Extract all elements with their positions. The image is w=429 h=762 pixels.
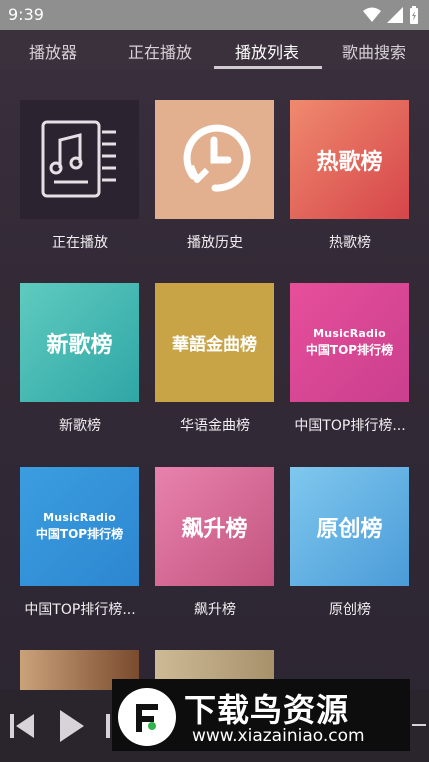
thumb-label: 热歌榜 (316, 149, 383, 175)
watermark-url: www.xiazainiao.com (192, 726, 365, 746)
battery-icon (410, 6, 418, 24)
grid-item-chinese-hits[interactable]: 華語金曲榜 华语金曲榜 (155, 283, 275, 434)
grid-item-history[interactable]: 播放历史 (155, 100, 275, 251)
grid-item-original[interactable]: 原创榜 原创榜 (290, 467, 410, 618)
grid-item-caption: 中国TOP排行榜... (24, 602, 136, 618)
grid-item-hot-songs[interactable]: 热歌榜 热歌榜 (290, 100, 410, 251)
grid-item-caption: 飙升榜 (194, 602, 236, 618)
history-clock-icon (183, 124, 251, 192)
grid-item-rising[interactable]: 飙升榜 飙升榜 (155, 467, 275, 618)
music-document-icon (41, 120, 116, 198)
wifi-icon (363, 7, 381, 22)
thumb-label: 原创榜 (316, 516, 383, 542)
status-icons (363, 6, 419, 24)
status-time: 9:39 (8, 5, 44, 24)
watermark-banner: 下载鸟资源 www.xiazainiao.com (112, 679, 410, 751)
grid-item-caption: 原创榜 (329, 602, 371, 618)
signal-icon (387, 7, 403, 23)
play-icon[interactable] (58, 708, 86, 744)
thumbnail: 飙升榜 (155, 467, 274, 586)
thumbnail: MusicRadio 中国TOP排行榜 (290, 283, 409, 402)
grid-item-now-playing[interactable]: 正在播放 (20, 100, 140, 251)
thumbnail: 華語金曲榜 (155, 283, 274, 402)
tab-bar: 播放器 正在播放 播放列表 歌曲搜索 (0, 30, 429, 70)
tab-player[interactable]: 播放器 (29, 39, 77, 63)
musicradio-logo: MusicRadio 中国TOP排行榜 (20, 467, 139, 586)
musicradio-logo: MusicRadio 中国TOP排行榜 (290, 283, 409, 402)
logo-line2: 中国TOP排行榜 (305, 343, 394, 357)
grid-item-caption: 播放历史 (187, 235, 243, 251)
grid-item-caption: 华语金曲榜 (180, 418, 250, 434)
logo-line1: MusicRadio (313, 327, 386, 340)
tab-now-playing[interactable]: 正在播放 (128, 39, 192, 63)
more-indicator (412, 724, 426, 726)
skip-previous-icon[interactable] (10, 712, 36, 740)
thumb-label: 飙升榜 (181, 516, 248, 542)
thumbnail: 热歌榜 (290, 100, 409, 219)
grid-item-china-top-1[interactable]: MusicRadio 中国TOP排行榜 中国TOP排行榜... (290, 283, 410, 434)
logo-line2: 中国TOP排行榜 (35, 527, 124, 541)
watermark-title: 下载鸟资源 (184, 691, 350, 729)
bird-logo-icon (118, 688, 176, 746)
status-bar: 9:39 (0, 0, 429, 30)
thumbnail: MusicRadio 中国TOP排行榜 (20, 467, 139, 586)
thumb-label: 華語金曲榜 (172, 335, 257, 355)
thumbnail (155, 100, 274, 219)
grid-item-caption: 中国TOP排行榜... (294, 418, 406, 434)
tab-song-search[interactable]: 歌曲搜索 (342, 39, 406, 63)
grid-item-caption: 正在播放 (52, 235, 108, 251)
grid-item-caption: 新歌榜 (59, 418, 101, 434)
thumbnail: 新歌榜 (20, 283, 139, 402)
grid-item-china-top-2[interactable]: MusicRadio 中国TOP排行榜 中国TOP排行榜... (20, 467, 140, 618)
grid-item-caption: 热歌榜 (329, 235, 371, 251)
thumb-label: 新歌榜 (46, 332, 113, 358)
tab-playlist[interactable]: 播放列表 (235, 39, 299, 63)
thumbnail: 原创榜 (290, 467, 409, 586)
grid-item-new-songs[interactable]: 新歌榜 新歌榜 (20, 283, 140, 434)
logo-line1: MusicRadio (43, 511, 116, 524)
tab-indicator (214, 66, 322, 69)
thumbnail (20, 100, 139, 219)
